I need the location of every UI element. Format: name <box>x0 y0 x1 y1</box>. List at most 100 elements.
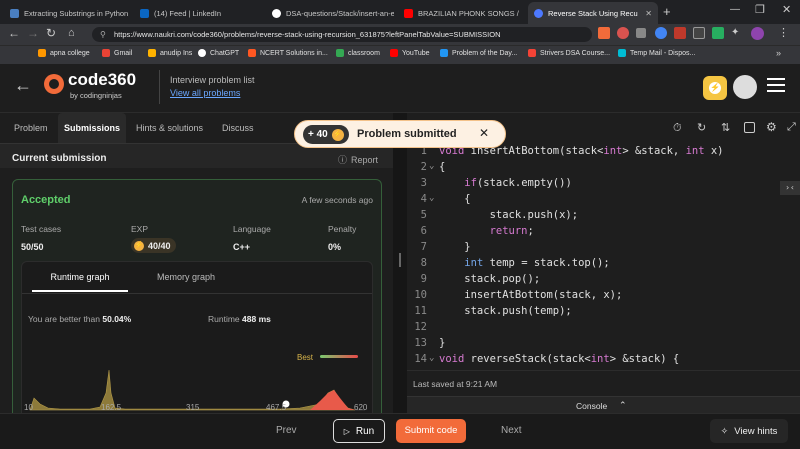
bottom-action-bar: Prev ▷ Run Submit code Next ✧ View hints <box>0 413 800 449</box>
site-info-icon[interactable]: ⚲ <box>100 27 106 42</box>
console-toggle[interactable]: Console ⌃ <box>407 396 800 413</box>
user-runtime-highlight <box>310 390 355 410</box>
toast-message: Problem submitted <box>357 128 457 140</box>
timer-icon[interactable]: ⏱ <box>673 122 682 135</box>
code-editor[interactable]: 1 void insertAtBottom(stack<int> &stack,… <box>407 145 800 370</box>
left-panel: Problem Submissions Hints & solutions Di… <box>0 113 393 421</box>
bookmark-icon <box>148 49 156 57</box>
bookmark-item[interactable]: anudip Ins <box>148 49 192 57</box>
reset-code-icon[interactable]: ↻ <box>697 121 706 134</box>
line-number: 13 <box>414 337 427 349</box>
address-bar-row: ← → ↻ ⌂ ⚲ https://www.naukri.com/code360… <box>0 24 800 45</box>
drag-handle-icon[interactable] <box>399 253 401 267</box>
home-icon[interactable]: ⌂ <box>68 27 75 39</box>
tab-problem[interactable]: Problem <box>8 113 54 143</box>
prev-button[interactable]: Prev <box>276 425 297 436</box>
code-line: } <box>439 337 446 349</box>
bookmark-item[interactable]: apna college <box>38 49 90 57</box>
extensions-puzzle-icon[interactable]: ✦ <box>731 27 739 38</box>
x-tick-label: 467.5 <box>266 403 287 412</box>
browser-tab[interactable]: BRAZILIAN PHONK SONGS / <box>398 2 526 24</box>
runtime-graph-tab[interactable]: Runtime graph <box>32 272 128 292</box>
fold-chevron-icon[interactable]: ⌄ <box>429 353 434 363</box>
x-tick-label: 315 <box>186 403 200 412</box>
forward-icon[interactable]: → <box>27 26 39 40</box>
status-accepted: Accepted <box>21 194 71 206</box>
lightning-icon: ⚡ <box>134 240 144 251</box>
view-all-problems-link[interactable]: View all problems <box>170 88 240 98</box>
settings-gear-icon[interactable]: ⚙ <box>766 120 777 134</box>
extension-icon[interactable] <box>693 27 705 39</box>
extension-icon[interactable] <box>655 27 667 39</box>
bookmark-item[interactable]: NCERT Solutions in... <box>248 49 328 57</box>
hamburger-menu-icon[interactable] <box>767 78 785 80</box>
panel-splitter[interactable] <box>393 113 407 413</box>
submit-code-button[interactable]: Submit code <box>396 419 466 443</box>
minimize-icon[interactable]: — <box>730 4 740 15</box>
code-line: insertAtBottom(stack, x); <box>439 289 623 301</box>
back-icon[interactable]: ← <box>8 26 20 40</box>
extension-icon[interactable] <box>636 28 646 38</box>
bookmark-item[interactable]: Temp Mail - Dispos... <box>618 49 695 57</box>
runtime-chart: Best <box>29 353 365 411</box>
new-tab-icon[interactable]: + <box>663 4 671 19</box>
close-tab-icon[interactable]: ✕ <box>645 9 652 18</box>
user-avatar[interactable] <box>733 75 757 99</box>
submission-toast: + 40 ⚡ Problem submitted ✕ <box>294 120 506 148</box>
extension-icon[interactable] <box>674 27 686 39</box>
run-button[interactable]: ▷ Run <box>333 419 385 443</box>
tab-submissions[interactable]: Submissions <box>58 113 127 143</box>
tab-title: Extracting Substrings in Python <box>24 8 129 18</box>
view-hints-button[interactable]: ✧ View hints <box>710 419 788 443</box>
browser-tab-active[interactable]: Reverse Stack Using Recu ✕ <box>528 2 658 24</box>
bookmark-label: apna college <box>50 49 90 57</box>
memory-graph-tab[interactable]: Memory graph <box>138 272 234 292</box>
hint-bulb-icon: ✧ <box>720 425 729 436</box>
code-format-icon[interactable]: ⇅ <box>721 121 730 134</box>
bookmark-item[interactable]: Problem of the Day... <box>440 49 517 57</box>
reload-icon[interactable]: ↻ <box>46 26 56 40</box>
editor-status-bar: Last saved at 9:21 AM <box>407 370 800 396</box>
browser-tab[interactable]: (14) Feed | LinkedIn <box>134 2 262 24</box>
more-menu-icon[interactable]: ⋮ <box>778 26 789 39</box>
bookmark-icon <box>248 49 256 57</box>
more-bookmarks-icon[interactable]: » <box>776 48 781 58</box>
url-field[interactable]: ⚲ https://www.naukri.com/code360/problem… <box>92 27 592 42</box>
report-button[interactable]: ⓘ Report <box>338 153 378 166</box>
close-window-icon[interactable]: ✕ <box>782 3 791 16</box>
bookmark-label: Strivers DSA Course... <box>540 49 611 57</box>
extension-icon[interactable] <box>712 27 724 39</box>
notes-icon[interactable] <box>744 122 755 133</box>
extension-icon[interactable] <box>617 27 629 39</box>
chatgpt-icon <box>198 49 206 57</box>
streak-badge[interactable]: ⚡ <box>703 76 727 100</box>
divider <box>22 293 372 294</box>
fullscreen-icon[interactable]: ⤢ <box>787 121 796 134</box>
browser-tab[interactable]: DSA-questions/Stack/insert-an-e <box>266 2 394 24</box>
collapse-editor-icon[interactable]: ›‹ <box>780 181 800 195</box>
tab-title: Reverse Stack Using Recu <box>548 8 638 18</box>
logo-main: code <box>68 70 108 89</box>
tab-discuss[interactable]: Discuss <box>216 113 260 143</box>
bookmark-item[interactable]: classroom <box>336 49 380 57</box>
fold-chevron-icon[interactable]: ⌄ <box>429 161 434 171</box>
browser-tab[interactable]: Extracting Substrings in Python <box>4 2 132 24</box>
bookmark-label: Gmail <box>114 49 133 57</box>
bookmark-label: Problem of the Day... <box>452 49 518 57</box>
bookmark-item[interactable]: Strivers DSA Course... <box>528 49 610 57</box>
restore-icon[interactable]: ❐ <box>755 3 765 16</box>
fold-chevron-icon[interactable]: ⌄ <box>429 193 434 203</box>
chevron-up-icon: ⌃ <box>619 400 627 410</box>
profile-avatar-icon[interactable] <box>751 27 764 40</box>
better-than-text: You are better than 50.04% <box>28 314 131 324</box>
info-icon: ⓘ <box>338 155 348 165</box>
close-icon[interactable]: ✕ <box>479 126 489 140</box>
bookmark-item[interactable]: YouTube <box>390 49 430 57</box>
extension-icon[interactable] <box>598 27 610 39</box>
next-button[interactable]: Next <box>501 425 522 436</box>
bookmark-item[interactable]: ChatGPT <box>198 49 239 57</box>
code-line: int temp = stack.top(); <box>464 257 610 269</box>
back-arrow-icon[interactable]: ← <box>14 75 32 96</box>
bookmark-item[interactable]: Gmail <box>102 49 132 57</box>
tab-hints-solutions[interactable]: Hints & solutions <box>130 113 209 143</box>
